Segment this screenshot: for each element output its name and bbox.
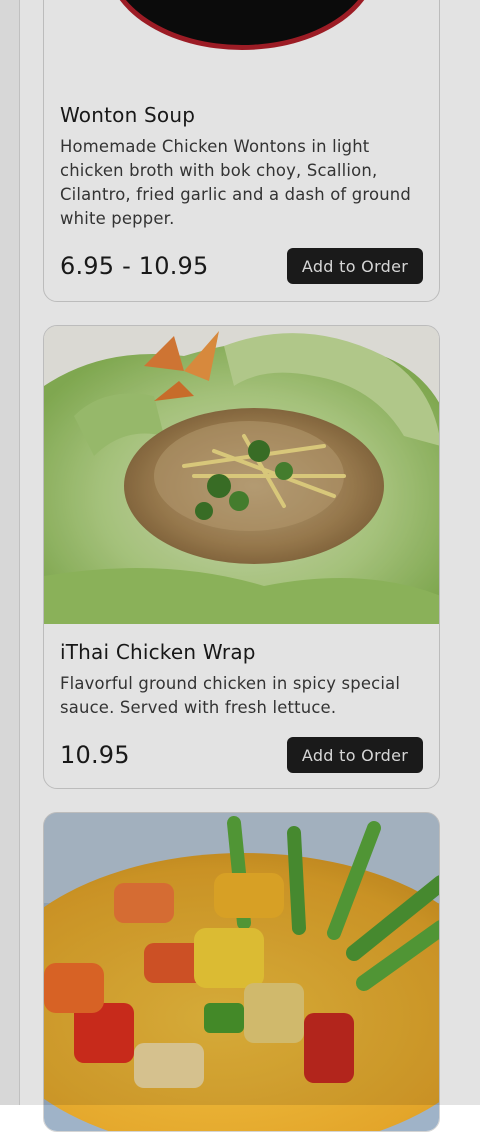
menu-item-card: Wonton Soup Homemade Chicken Wontons in … [43,0,440,302]
item-price: 6.95 - 10.95 [60,252,209,280]
add-to-order-button[interactable]: Add to Order [287,737,423,773]
menu-item-card [43,812,440,1132]
menu-item-card: iThai Chicken Wrap Flavorful ground chic… [43,325,440,789]
menu-item-image [44,326,439,624]
price-row: 10.95 Add to Order [60,737,423,773]
add-to-order-button[interactable]: Add to Order [287,248,423,284]
item-title: Wonton Soup [60,103,196,127]
item-description: Homemade Chicken Wontons in light chicke… [60,137,412,228]
restaurant-logo [44,0,439,84]
chicken-wrap-photo [44,326,439,624]
price-row: 6.95 - 10.95 Add to Order [60,248,423,284]
menu-item-image [44,813,439,1131]
menu-item-image [44,0,439,84]
item-description: Flavorful ground chicken in spicy specia… [60,674,401,717]
item-price: 10.95 [60,741,130,769]
left-rail [0,0,20,1105]
curry-dish-photo [44,813,439,1131]
item-title: iThai Chicken Wrap [60,640,256,664]
